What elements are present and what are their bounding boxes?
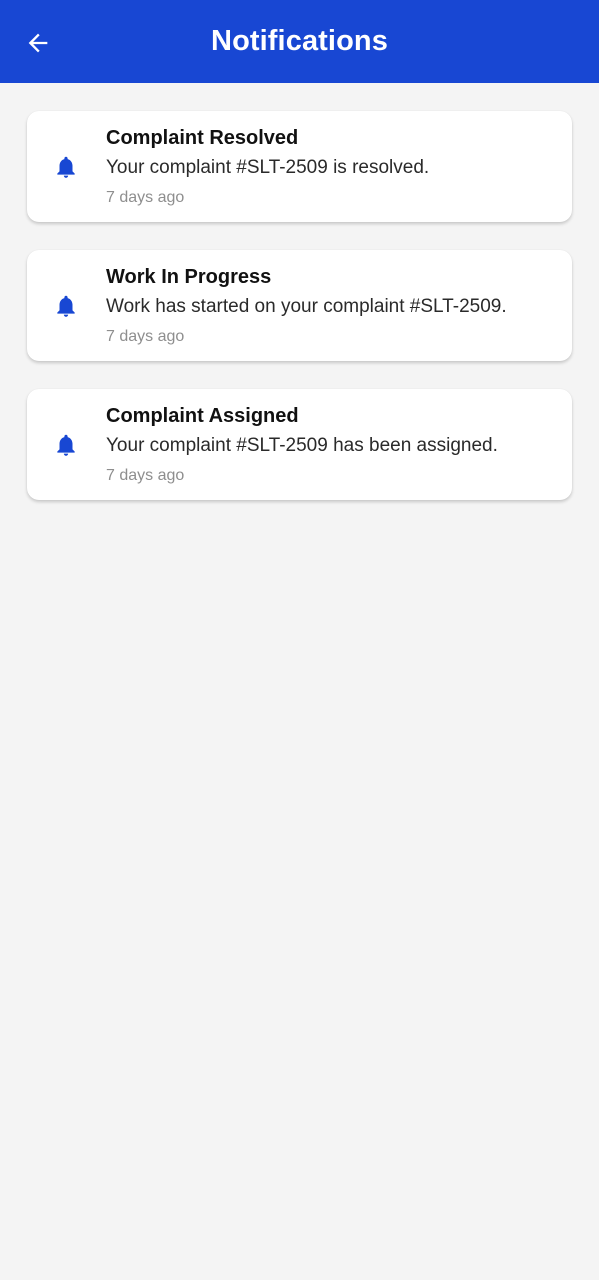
notification-text: Complaint Assigned Your complaint #SLT-2… (106, 403, 556, 486)
notification-card[interactable]: Complaint Resolved Your complaint #SLT-2… (27, 111, 572, 222)
app-bar: Notifications (0, 0, 599, 83)
notification-title: Complaint Assigned (106, 405, 299, 427)
notification-title: Work In Progress (106, 266, 272, 288)
bell-icon (57, 434, 75, 456)
notification-message: Your complaint #SLT-2509 has been assign… (106, 435, 498, 456)
notification-time: 7 days ago (106, 189, 185, 206)
notification-text: Complaint Resolved Your complaint #SLT-2… (106, 125, 556, 208)
notification-text: Work In Progress Work has started on you… (106, 264, 556, 347)
bell-icon (57, 156, 75, 178)
notification-card[interactable]: Complaint Assigned Your complaint #SLT-2… (27, 389, 572, 500)
arrow-left-icon (28, 33, 48, 53)
notification-message: Work has started on your complaint #SLT-… (106, 296, 507, 317)
notification-title: Complaint Resolved (106, 127, 299, 149)
notification-time: 7 days ago (106, 328, 185, 345)
notification-message: Your complaint #SLT-2509 is resolved. (106, 157, 430, 178)
page-title: Notifications (211, 25, 388, 57)
bell-icon (57, 295, 75, 317)
notification-list: Complaint Resolved Your complaint #SLT-2… (27, 111, 572, 528)
notification-card[interactable]: Work In Progress Work has started on you… (27, 250, 572, 361)
notification-time: 7 days ago (106, 467, 185, 484)
back-button[interactable] (22, 27, 54, 59)
